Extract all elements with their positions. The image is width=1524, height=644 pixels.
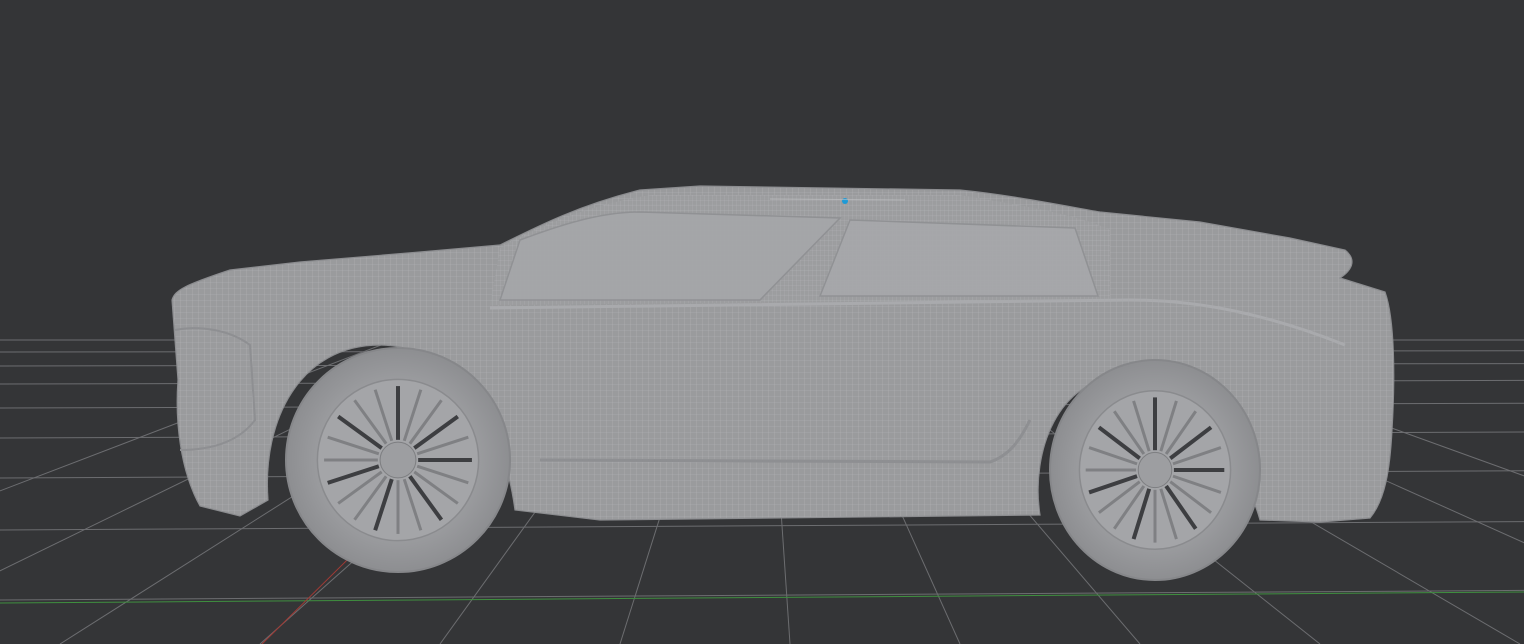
wheel-hub: [1137, 451, 1173, 489]
car-mesh[interactable]: [171, 185, 1395, 581]
grid-line-h: [0, 521, 1524, 531]
front-wheel[interactable]: [285, 347, 511, 573]
viewport-canvas[interactable]: [0, 0, 1524, 644]
rear-wheel[interactable]: [1049, 359, 1261, 581]
x-axis-line: [0, 591, 1524, 604]
wheel-hub: [379, 441, 417, 479]
pivot-point[interactable]: [842, 198, 848, 204]
rear-window: [818, 219, 1100, 297]
grid-line-h: [0, 589, 1524, 601]
3d-viewport[interactable]: [0, 0, 1524, 644]
